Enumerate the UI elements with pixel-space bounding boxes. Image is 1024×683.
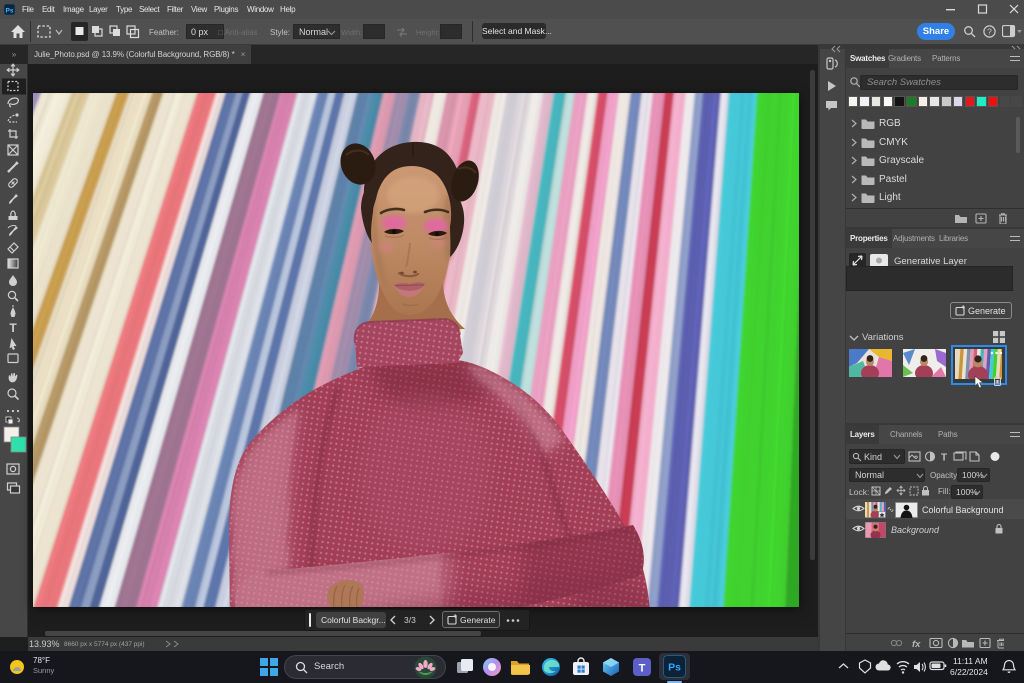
svg-text:?: ? xyxy=(987,27,992,37)
svg-text:T: T xyxy=(941,453,947,464)
svg-text:T: T xyxy=(9,321,17,335)
svg-text:Ps: Ps xyxy=(668,662,681,674)
svg-text:fx: fx xyxy=(912,639,921,649)
svg-text:Ps: Ps xyxy=(6,8,14,15)
svg-text:T: T xyxy=(639,663,646,675)
